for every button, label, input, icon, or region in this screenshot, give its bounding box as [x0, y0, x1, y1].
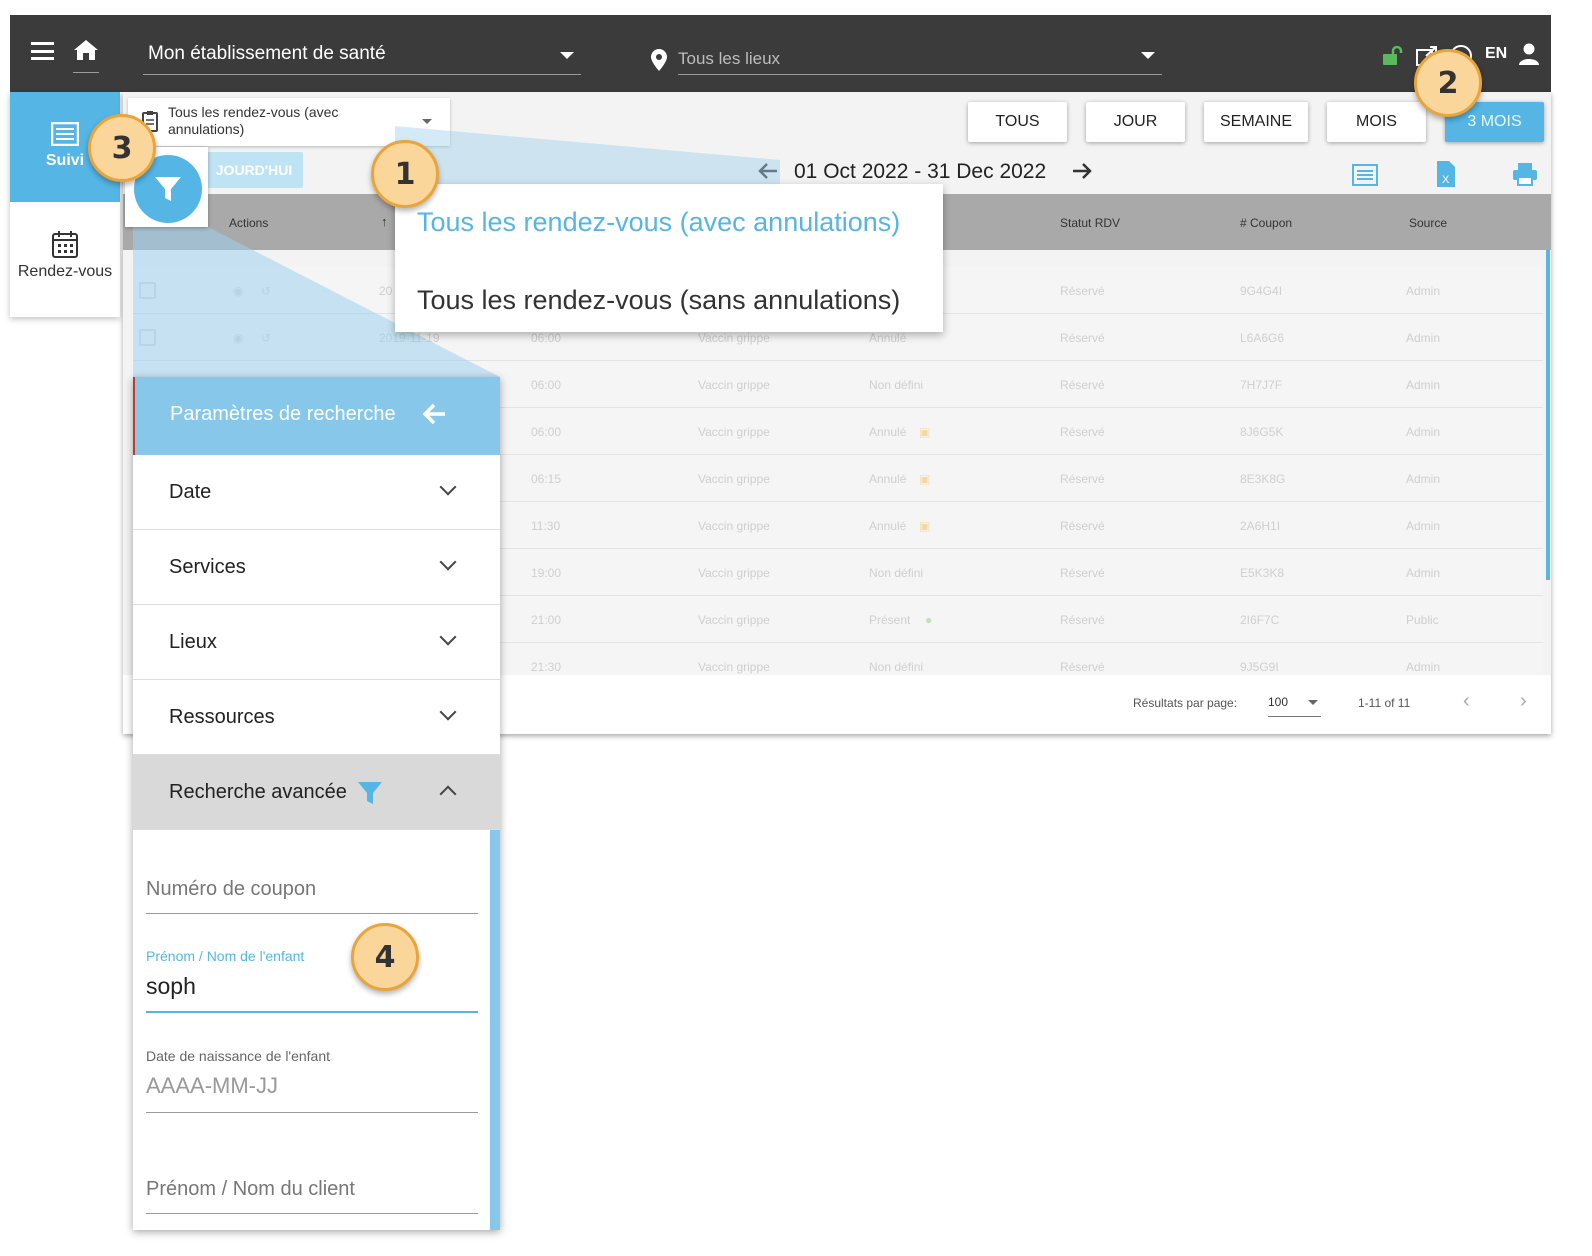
filter-icon — [357, 780, 383, 812]
client-name-placeholder: Prénom / Nom du client — [146, 1178, 355, 1200]
coupon-number-field[interactable]: Numéro de coupon — [146, 860, 478, 914]
section-date-label: Date — [169, 481, 212, 503]
section-ressources-label: Ressources — [169, 706, 275, 728]
chevron-down-icon — [439, 628, 457, 646]
section-services-label: Services — [169, 556, 246, 578]
chevron-down-icon — [439, 478, 457, 496]
callout-badge-4: 4 — [351, 923, 419, 991]
callout-badge-3: 3 — [88, 114, 156, 182]
menu-item-with-cancellations[interactable]: Tous les rendez-vous (avec annulations) — [417, 207, 900, 238]
child-name-value: soph — [146, 973, 196, 999]
advanced-fields: Numéro de coupon Prénom / Nom de l'enfan… — [133, 830, 491, 1230]
menu-item-without-cancellations[interactable]: Tous les rendez-vous (sans annulations) — [417, 285, 900, 316]
section-lieux[interactable]: Lieux — [133, 605, 500, 680]
chevron-down-icon — [439, 553, 457, 571]
search-panel: Paramètres de recherche Date Services Li… — [133, 377, 500, 1230]
child-dob-placeholder: AAAA-MM-JJ — [146, 1073, 278, 1098]
section-services[interactable]: Services — [133, 530, 500, 605]
search-panel-header: Paramètres de recherche — [133, 377, 500, 455]
callout-badge-2: 2 — [1414, 49, 1482, 117]
child-dob-label: Date de naissance de l'enfant — [146, 1048, 331, 1064]
chevron-down-icon — [439, 703, 457, 721]
search-panel-scrollbar[interactable] — [490, 830, 500, 1230]
section-advanced-label: Recherche avancée — [169, 781, 347, 803]
child-name-label: Prénom / Nom de l'enfant — [146, 948, 305, 964]
coupon-number-placeholder: Numéro de coupon — [146, 878, 317, 900]
section-ressources[interactable]: Ressources — [133, 680, 500, 755]
filter-dropdown-menu: Tous les rendez-vous (avec annulations) … — [395, 184, 943, 332]
child-name-field[interactable]: Prénom / Nom de l'enfant soph — [146, 945, 478, 1013]
back-arrow-icon[interactable] — [422, 403, 447, 431]
search-panel-title: Paramètres de recherche — [170, 403, 396, 425]
section-date[interactable]: Date — [133, 455, 500, 530]
chevron-up-icon — [439, 785, 457, 803]
callout-badge-1: 1 — [371, 140, 439, 208]
client-name-field[interactable]: Prénom / Nom du client — [146, 1160, 478, 1214]
section-advanced-search[interactable]: Recherche avancée — [133, 755, 500, 830]
child-dob-field[interactable]: Date de naissance de l'enfant AAAA-MM-JJ — [146, 1045, 478, 1113]
section-lieux-label: Lieux — [169, 631, 217, 653]
